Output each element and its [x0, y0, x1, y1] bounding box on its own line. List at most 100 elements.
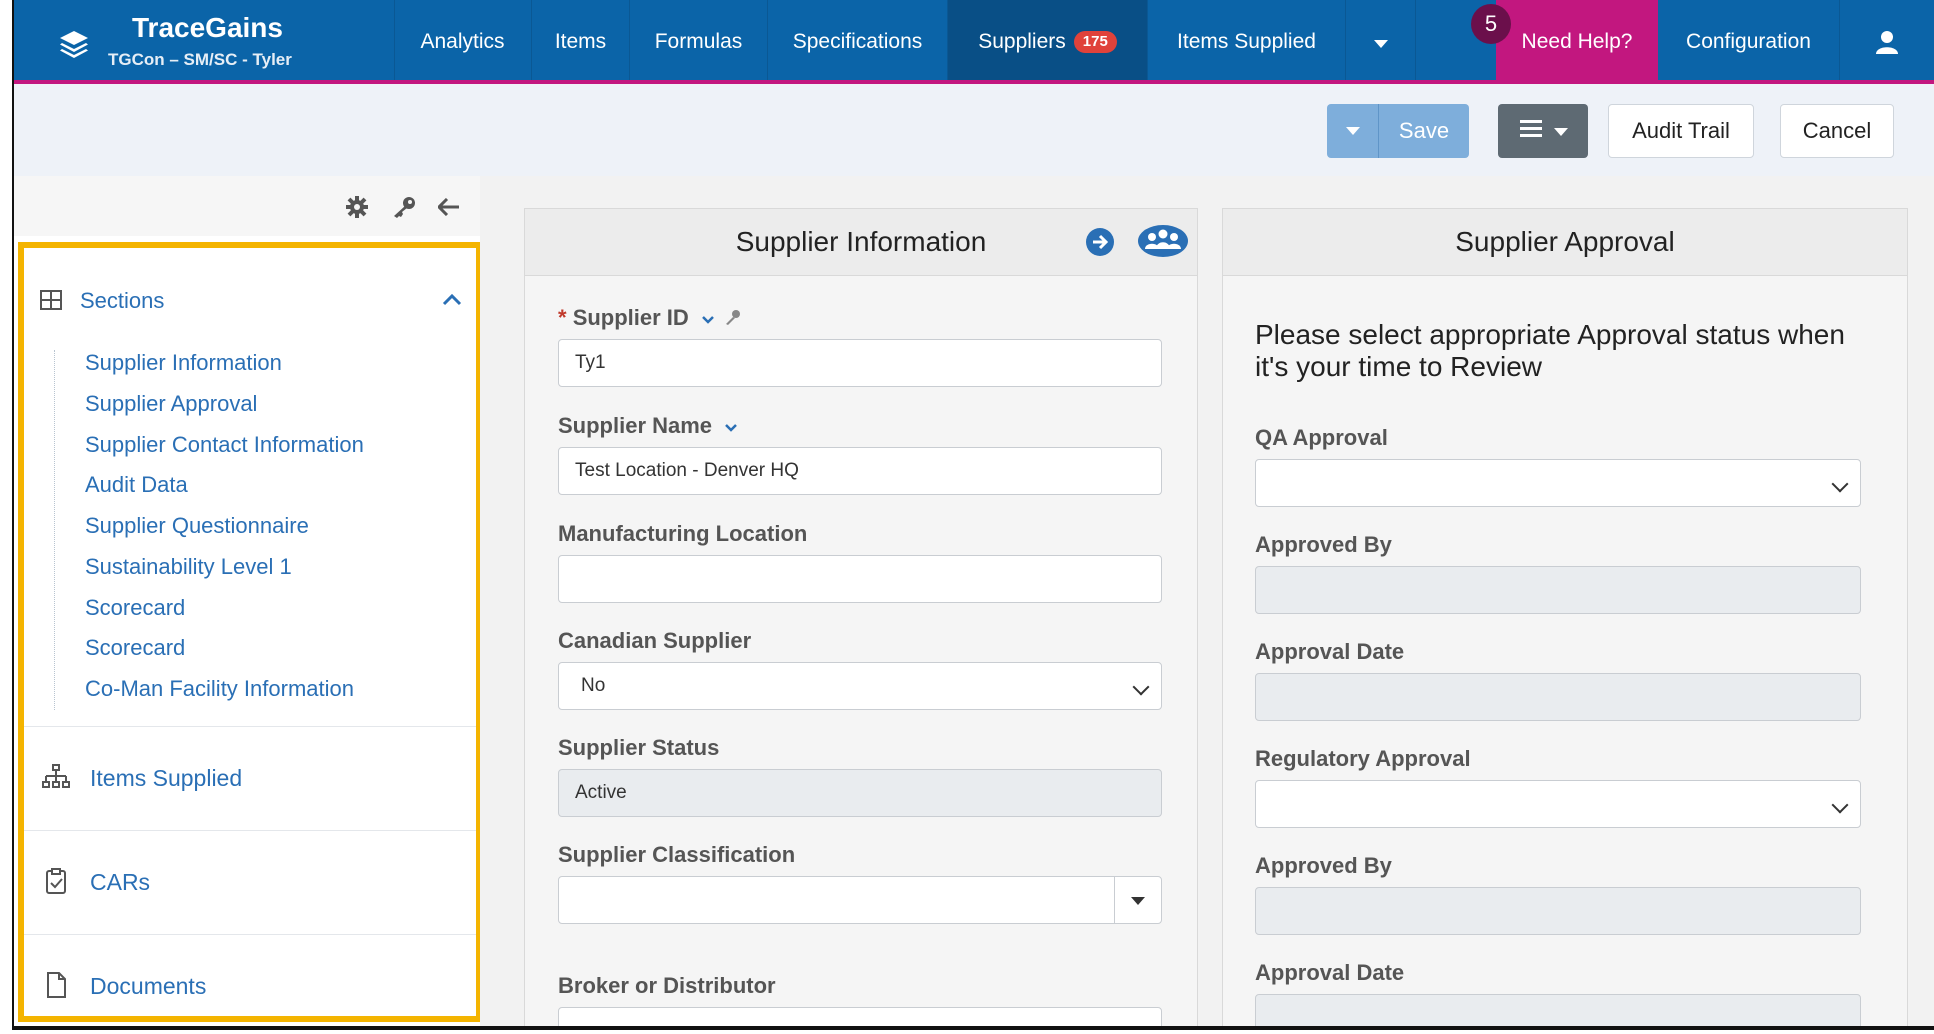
- sidebar-navigation: Sections Supplier Information Supplier A…: [18, 242, 482, 1022]
- table-grid-icon: [40, 290, 62, 310]
- chevron-up-icon[interactable]: [442, 292, 462, 306]
- supplier-information-card: Supplier Information * Supplier ID Ty1 S…: [524, 208, 1198, 1026]
- nav-suppliers-label: Suppliers: [978, 30, 1066, 53]
- section-link[interactable]: Supplier Contact Information: [85, 432, 364, 458]
- sidebar-tools: [14, 176, 480, 236]
- nav-analytics-label: Analytics: [420, 30, 505, 53]
- sidebar-item-documents[interactable]: Documents: [24, 934, 476, 1026]
- nav-configuration[interactable]: Configuration: [1658, 0, 1840, 80]
- supplier-name-input[interactable]: Test Location - Denver HQ: [558, 447, 1162, 495]
- caret-down-icon: [1131, 897, 1145, 905]
- suppliers-count-badge: 175: [1073, 31, 1117, 53]
- section-link[interactable]: Co-Man Facility Information: [85, 676, 354, 702]
- approved-by-2-field: [1255, 887, 1861, 935]
- brand-title: TraceGains: [132, 12, 283, 43]
- users-group-icon[interactable]: [1137, 223, 1189, 259]
- nav-formulas-label: Formulas: [654, 30, 743, 53]
- audit-trail-button[interactable]: Audit Trail: [1608, 104, 1754, 158]
- section-link[interactable]: Supplier Information: [85, 350, 282, 376]
- arrow-right-circle-icon[interactable]: [1085, 227, 1115, 257]
- need-help-button[interactable]: Need Help?: [1496, 0, 1658, 84]
- nav-formulas[interactable]: Formulas: [630, 0, 768, 80]
- qa-approval-label: QA Approval: [1255, 425, 1388, 450]
- arrow-left-icon[interactable]: [438, 198, 460, 216]
- save-button[interactable]: Save: [1379, 104, 1469, 158]
- nav-more-dropdown[interactable]: [1346, 0, 1416, 80]
- section-link[interactable]: Scorecard: [85, 595, 185, 621]
- manufacturing-location-input[interactable]: [558, 555, 1162, 603]
- nav-suppliers[interactable]: Suppliers 175: [948, 0, 1148, 80]
- caret-down-icon: [1554, 128, 1568, 136]
- caret-down-icon: [1345, 127, 1360, 135]
- nav-analytics[interactable]: Analytics: [394, 0, 532, 80]
- broker-distributor-label: Broker or Distributor: [558, 973, 776, 998]
- cars-label: CARs: [90, 869, 151, 895]
- hamburger-icon: [1520, 120, 1542, 137]
- supplier-classification-label: Supplier Classification: [558, 842, 796, 867]
- user-menu[interactable]: [1840, 0, 1934, 80]
- clipboard-check-icon: [46, 868, 66, 894]
- section-link[interactable]: Supplier Questionnaire: [85, 513, 309, 539]
- nav-specifications[interactable]: Specifications: [768, 0, 948, 80]
- chevron-down-icon: [1831, 796, 1849, 814]
- broker-distributor-input[interactable]: [558, 1007, 1162, 1026]
- section-link[interactable]: Audit Data: [85, 472, 188, 498]
- supplier-approval-card: Supplier Approval Please select appropri…: [1222, 208, 1908, 1026]
- supplier-approval-title: Supplier Approval: [1455, 226, 1675, 257]
- section-link[interactable]: Scorecard: [85, 635, 185, 661]
- regulatory-approval-select[interactable]: [1255, 780, 1861, 828]
- layers-icon: [60, 31, 88, 58]
- documents-label: Documents: [90, 973, 207, 999]
- help-notification-count: 5: [1471, 4, 1511, 44]
- approval-date-field: [1255, 673, 1861, 721]
- classification-dropdown-toggle[interactable]: [1114, 877, 1161, 923]
- chevron-down-icon: [1132, 678, 1150, 696]
- supplier-id-input[interactable]: Ty1: [558, 339, 1162, 387]
- chevron-down-icon[interactable]: [724, 423, 738, 433]
- section-link[interactable]: Supplier Approval: [85, 391, 257, 417]
- supplier-id-label-text: Supplier ID: [572, 305, 689, 330]
- approved-by-field: [1255, 566, 1861, 614]
- gear-icon[interactable]: [346, 196, 368, 218]
- supplier-name-label: Supplier Name: [558, 413, 738, 439]
- approval-date-2-field: [1255, 994, 1861, 1026]
- key-icon: [726, 310, 741, 325]
- approval-instructions: Please select appropriate Approval statu…: [1255, 319, 1845, 382]
- nav-items[interactable]: Items: [532, 0, 630, 80]
- supplier-approval-header: Supplier Approval: [1223, 209, 1907, 276]
- items-supplied-label: Items Supplied: [90, 765, 243, 791]
- cancel-button[interactable]: Cancel: [1780, 104, 1894, 158]
- actions-menu-button[interactable]: [1498, 104, 1588, 158]
- section-link[interactable]: Sustainability Level 1: [85, 554, 292, 580]
- key-icon[interactable]: [392, 196, 416, 218]
- hierarchy-icon: [42, 764, 70, 788]
- document-icon: [47, 972, 66, 998]
- nav-items-supplied-label: Items Supplied: [1177, 30, 1316, 53]
- sidebar-item-cars[interactable]: CARs: [24, 830, 476, 935]
- supplier-id-label: * Supplier ID: [558, 305, 741, 331]
- canadian-supplier-select[interactable]: No: [558, 662, 1162, 710]
- nav-items-supplied[interactable]: Items Supplied: [1148, 0, 1346, 80]
- user-icon: [1876, 31, 1898, 55]
- sections-header[interactable]: Sections: [24, 248, 476, 348]
- canadian-supplier-label: Canadian Supplier: [558, 628, 752, 653]
- sections-list: Supplier Information Supplier Approval S…: [54, 350, 364, 710]
- approval-date-2-label: Approval Date: [1255, 960, 1405, 985]
- qa-approval-select[interactable]: [1255, 459, 1861, 507]
- supplier-status-label: Supplier Status: [558, 735, 720, 760]
- brand[interactable]: TraceGains TGCon – SM/SC - Tyler: [14, 0, 395, 84]
- caret-down-icon: [1373, 40, 1388, 48]
- chevron-down-icon[interactable]: [701, 315, 715, 325]
- save-options-dropdown[interactable]: [1327, 104, 1379, 158]
- app-window: TraceGains TGCon – SM/SC - Tyler Analyti…: [12, 0, 1934, 1030]
- supplier-status-field: Active: [558, 769, 1162, 817]
- approval-date-label: Approval Date: [1255, 639, 1405, 664]
- manufacturing-location-label: Manufacturing Location: [558, 521, 808, 546]
- need-help-label: Need Help?: [1521, 30, 1633, 53]
- approved-by-label: Approved By: [1255, 532, 1392, 557]
- sections-label: Sections: [80, 288, 165, 313]
- nav-items-label: Items: [554, 30, 607, 53]
- sidebar-item-items-supplied[interactable]: Items Supplied: [24, 726, 476, 831]
- supplier-name-label-text: Supplier Name: [558, 413, 713, 438]
- supplier-classification-select[interactable]: [558, 876, 1162, 924]
